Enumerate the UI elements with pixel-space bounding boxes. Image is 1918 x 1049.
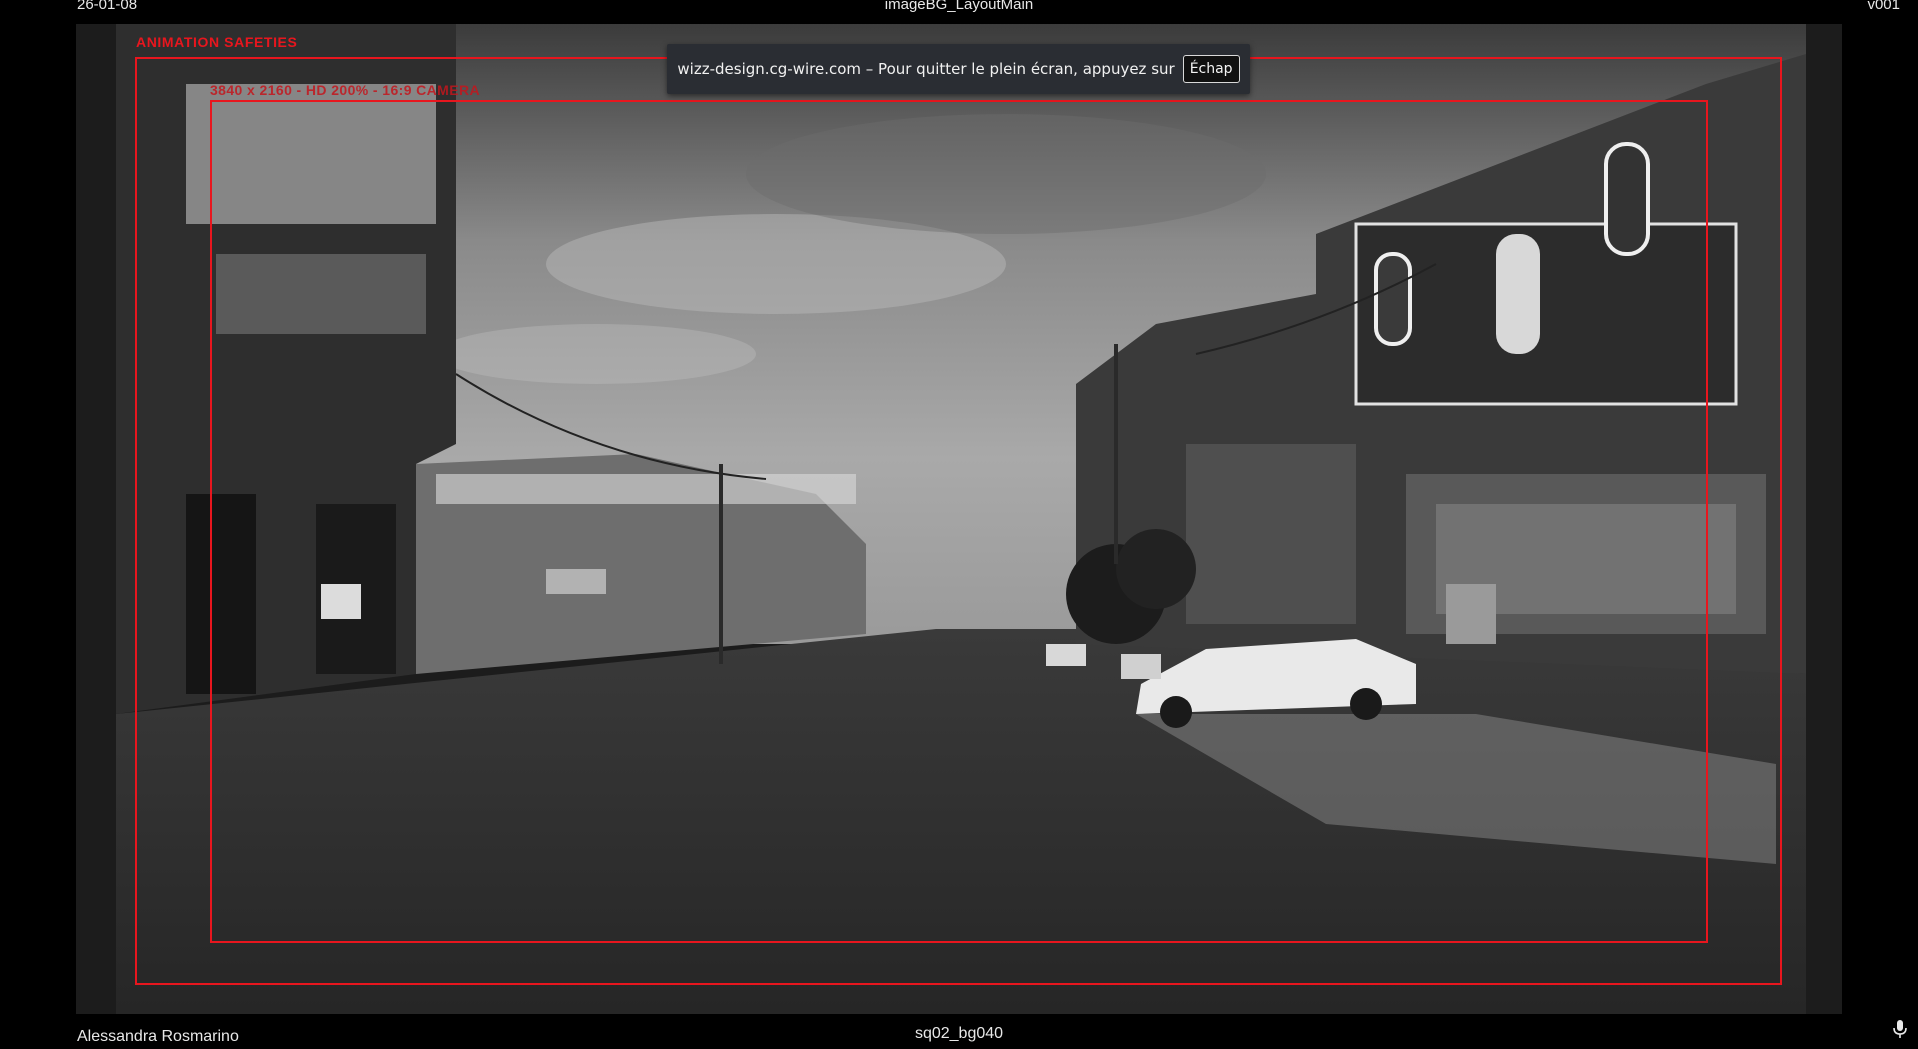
microphone-icon[interactable]: [1892, 1019, 1908, 1039]
escape-key-button[interactable]: Échap: [1182, 55, 1240, 83]
fullscreen-notice: wizz-design.cg-wire.com – Pour quitter l…: [667, 44, 1250, 94]
camera-safety-frame: [210, 100, 1708, 943]
safety-title: ANIMATION SAFETIES: [136, 34, 298, 50]
camera-label: 3840 x 2160 - HD 200% - 16:9 CAMERA: [210, 82, 481, 98]
shot-label: sq02_bg040: [914, 1025, 1004, 1042]
image-title: imageBG_LayoutMain: [884, 0, 1034, 13]
version-label: v001: [1867, 0, 1900, 13]
fullscreen-message: wizz-design.cg-wire.com – Pour quitter l…: [677, 60, 1175, 78]
